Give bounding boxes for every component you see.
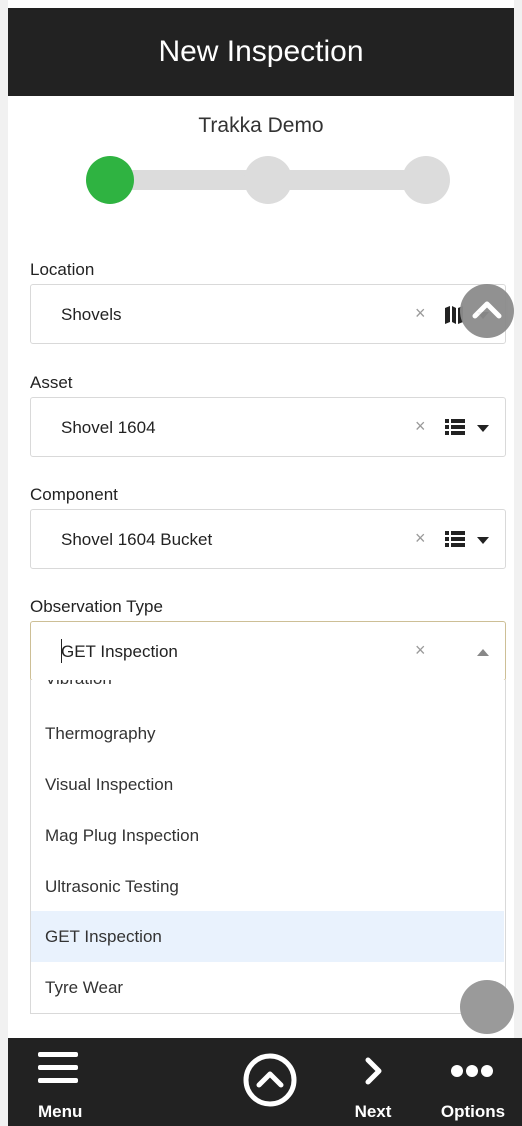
right-edge-strip [514,0,522,1126]
chevron-down-icon[interactable] [477,425,489,432]
options-button[interactable]: Options [432,1038,514,1126]
dropdown-option[interactable]: Ultrasonic Testing [31,861,504,912]
step-3-indicator [402,156,450,204]
left-edge-strip [0,0,8,1126]
component-clear-button[interactable]: × [415,528,426,549]
dropdown-option-selected[interactable]: GET Inspection [31,911,504,962]
location-value: Shovels [61,305,122,324]
menu-button[interactable]: Menu [22,1038,92,1126]
page-header: New Inspection [8,8,514,96]
chevron-up-icon [472,301,502,319]
scroll-top-button[interactable] [238,1038,302,1126]
menu-label: Menu [38,1102,83,1121]
observation-type-dropdown[interactable]: Vibration Thermography Visual Inspection… [30,680,506,1014]
chevron-up-icon[interactable] [477,649,489,656]
observation-type-label: Observation Type [30,597,163,616]
scroll-down-button[interactable] [460,980,514,1034]
hamburger-icon [38,1052,78,1083]
list-icon[interactable] [445,418,465,436]
step-1-indicator [86,156,134,204]
observation-type-search-input[interactable]: GET Inspection [61,642,178,662]
asset-select[interactable]: Shovel 1604 × [30,397,506,457]
step-2-indicator [244,156,292,204]
location-clear-button[interactable]: × [415,303,426,324]
asset-label: Asset [30,373,73,392]
scroll-up-button[interactable] [460,284,514,338]
component-value: Shovel 1604 Bucket [61,530,213,549]
observation-type-clear-button[interactable]: × [415,640,426,661]
chevron-down-icon[interactable] [477,537,489,544]
bottom-toolbar: Menu Next Options [8,1038,522,1126]
more-dots-icon [451,1065,493,1077]
next-label: Next [354,1102,392,1121]
dropdown-option[interactable]: Tyre Wear [31,962,504,1013]
dropdown-option[interactable]: Mag Plug Inspection [31,810,504,861]
progress-stepper [86,156,450,204]
list-icon[interactable] [445,530,465,548]
dropdown-option[interactable]: Vibration [31,680,504,704]
next-button[interactable]: Next [346,1038,400,1126]
component-select[interactable]: Shovel 1604 Bucket × [30,509,506,569]
location-select[interactable]: Shovels × [30,284,506,344]
component-label: Component [30,485,118,504]
page-title: New Inspection [158,35,364,68]
chevron-right-icon [365,1057,382,1085]
location-label: Location [30,260,95,279]
circle-chevron-up-icon [243,1053,297,1107]
observation-type-select[interactable]: GET Inspection × [30,621,506,681]
options-label: Options [440,1102,506,1121]
organization-name: Trakka Demo [198,114,324,137]
asset-clear-button[interactable]: × [415,416,426,437]
dropdown-option[interactable]: Visual Inspection [31,759,504,810]
dropdown-option[interactable]: Thermography [31,708,504,759]
asset-value: Shovel 1604 [61,418,156,437]
